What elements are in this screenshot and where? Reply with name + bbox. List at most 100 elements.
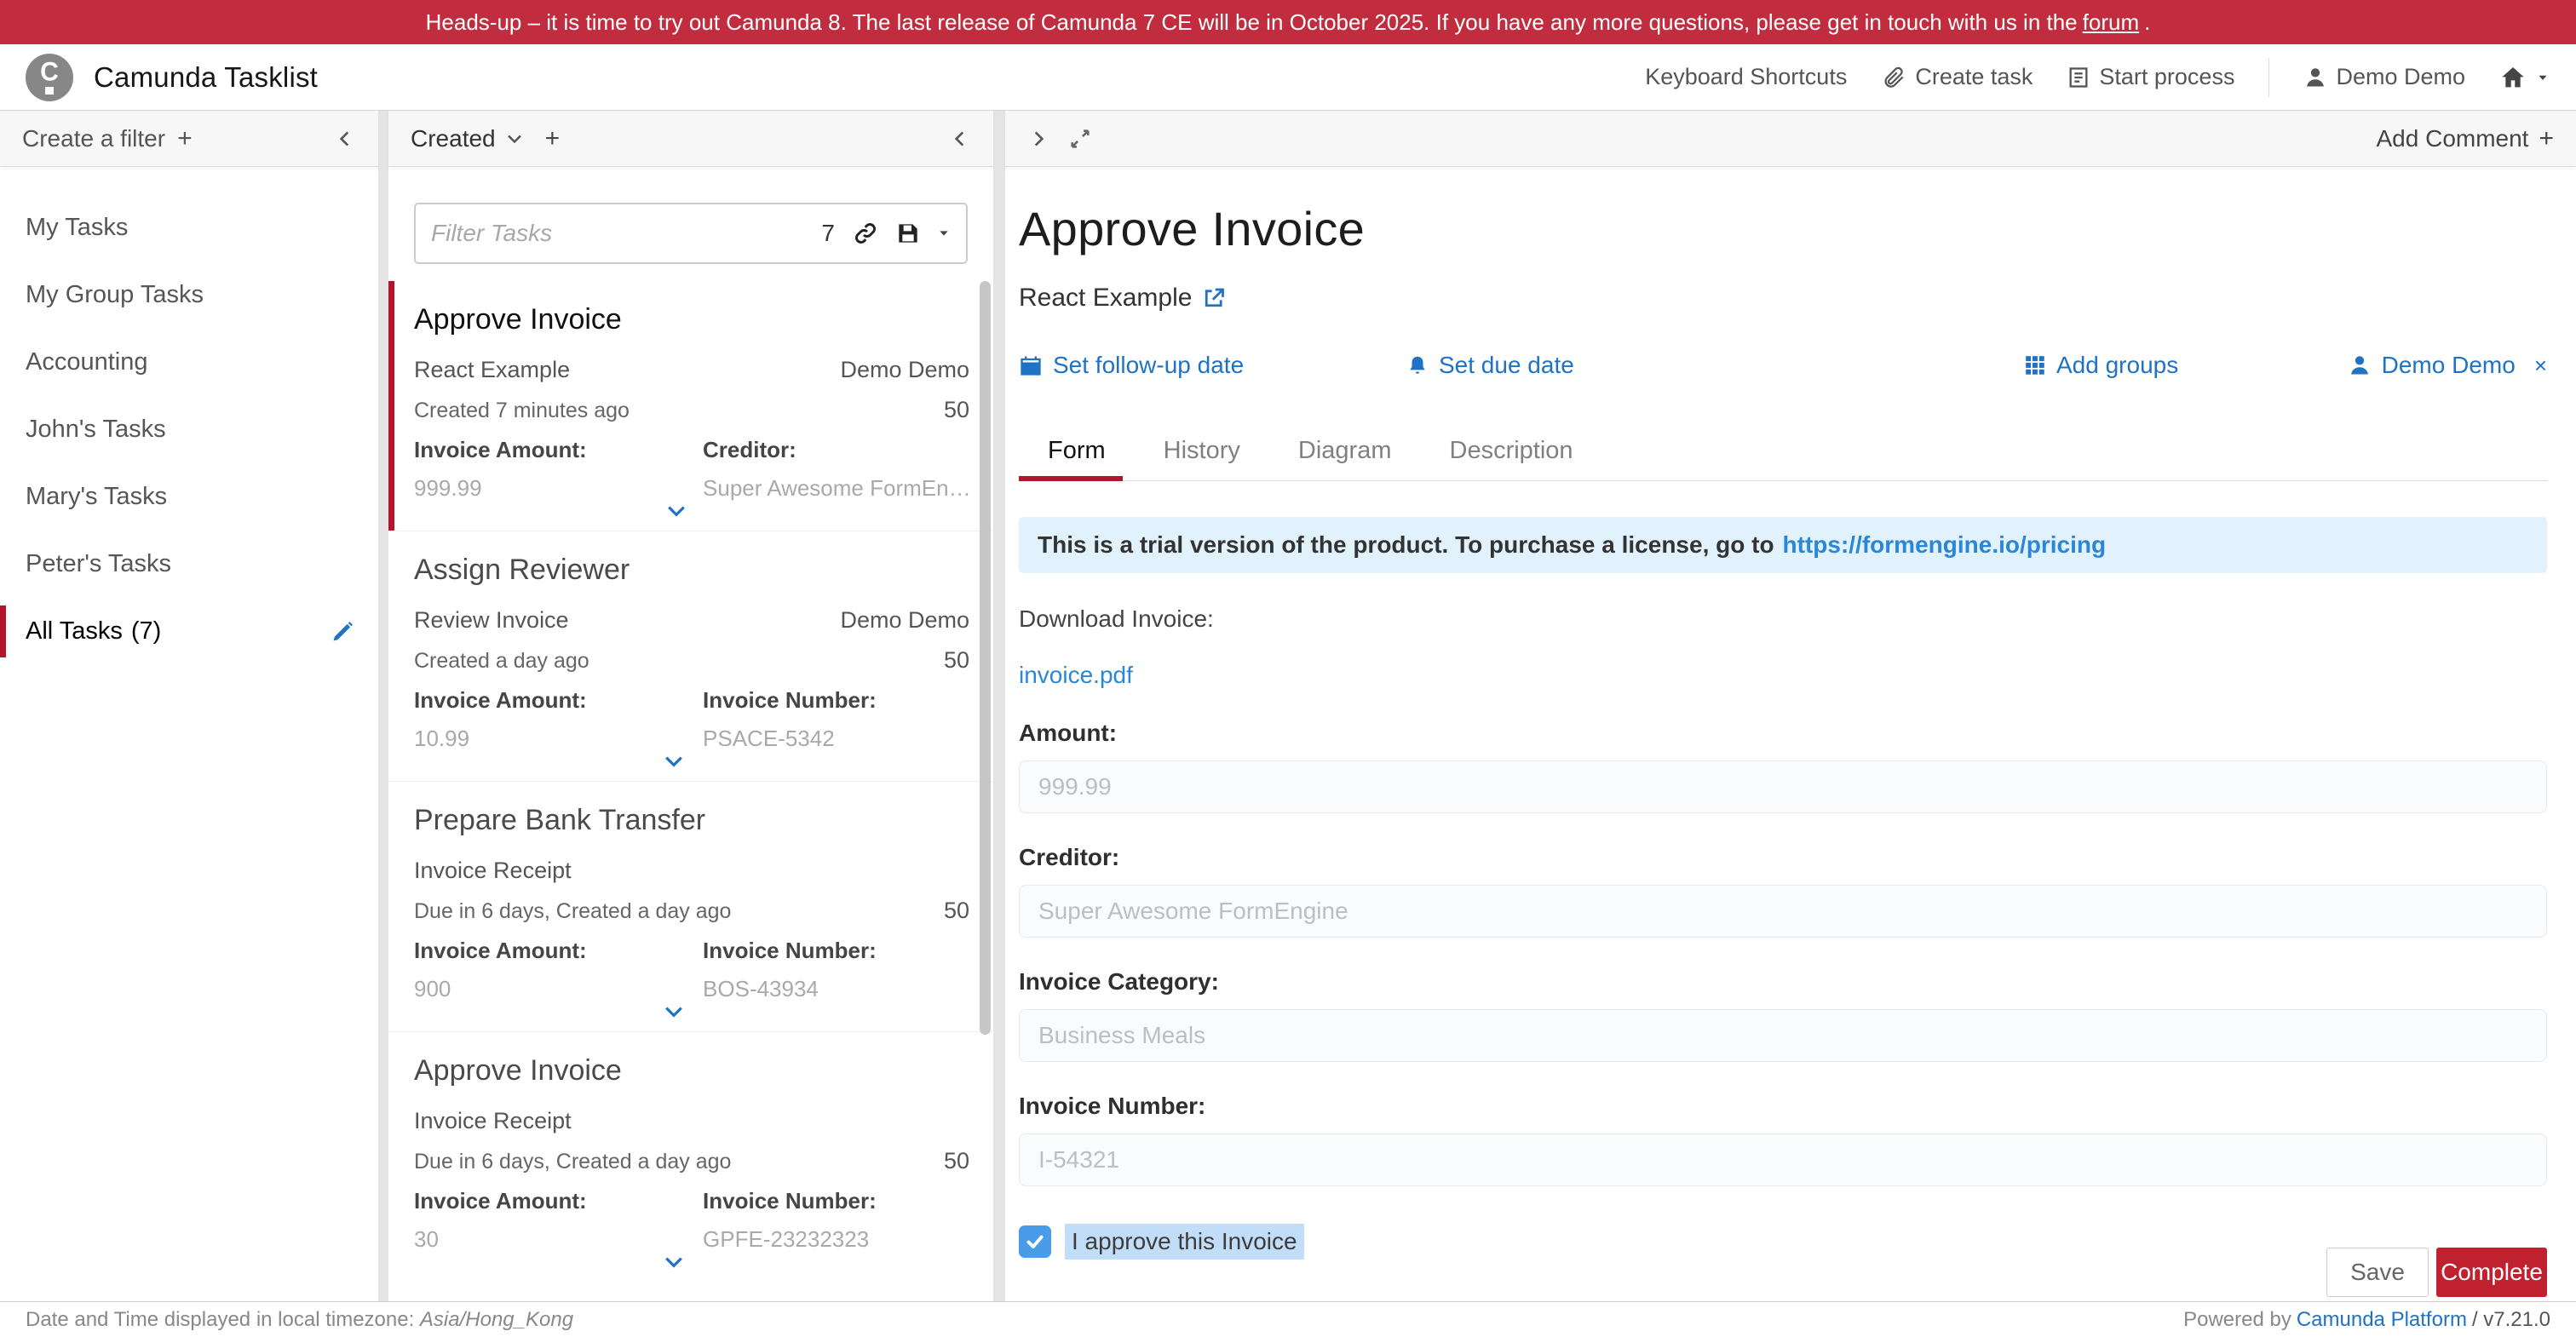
- task-created: Due in 6 days, Created a day ago: [414, 899, 731, 924]
- task-var-label: Invoice Amount:: [414, 437, 703, 463]
- fullscreen-icon[interactable]: [1068, 127, 1092, 151]
- version-label: / v7.21.0: [2472, 1308, 2550, 1332]
- camunda-platform-link[interactable]: Camunda Platform: [2297, 1308, 2467, 1332]
- app-header-nav: Keyboard Shortcuts Create task Start pro…: [1645, 58, 2550, 97]
- create-filter-label: Create a filter: [22, 125, 165, 152]
- create-filter-button[interactable]: Create a filter +: [22, 124, 193, 153]
- complete-button[interactable]: Complete: [2436, 1248, 2547, 1297]
- powered-by: Powered by Camunda Platform / v7.21.0: [2183, 1308, 2550, 1332]
- task-card-assign-reviewer[interactable]: Assign Reviewer Review Invoice Demo Demo…: [388, 531, 993, 781]
- user-menu[interactable]: Demo Demo: [2303, 64, 2465, 90]
- sidebar-item-my-tasks[interactable]: My Tasks: [0, 194, 378, 261]
- add-groups-link[interactable]: Add groups: [2024, 352, 2178, 379]
- home-menu[interactable]: [2499, 64, 2550, 91]
- forum-link[interactable]: forum: [2083, 9, 2139, 36]
- task-var-value: GPFE-23232323: [703, 1226, 969, 1253]
- sidebar-item-peters-tasks[interactable]: Peter's Tasks: [0, 531, 378, 598]
- camunda-tasklist-screen: Heads-up – it is time to try out Camunda…: [0, 0, 2576, 1337]
- approve-checkbox[interactable]: [1019, 1225, 1051, 1258]
- collapse-list-icon[interactable]: [949, 128, 971, 150]
- expand-task-chevron-icon[interactable]: [664, 498, 689, 524]
- process-list-icon: [2067, 66, 2090, 89]
- start-process-button[interactable]: Start process: [2067, 64, 2234, 90]
- creditor-field[interactable]: [1019, 885, 2547, 938]
- sort-by-created-dropdown[interactable]: Created +: [411, 124, 560, 153]
- checkmark-icon: [1024, 1231, 1046, 1253]
- remove-assignee-button[interactable]: ×: [2534, 353, 2547, 379]
- task-var-label: Invoice Number:: [703, 1188, 969, 1214]
- external-link-icon[interactable]: [1202, 286, 1226, 310]
- invoice-pdf-link[interactable]: invoice.pdf: [1019, 662, 1133, 689]
- filter-label: Peter's Tasks: [26, 550, 171, 578]
- sidebar-item-accounting[interactable]: Accounting: [0, 329, 378, 396]
- chevron-down-icon: [504, 129, 525, 149]
- add-groups-label: Add groups: [2056, 352, 2178, 379]
- form-action-buttons: Save Complete: [2326, 1248, 2547, 1297]
- task-card-prepare-bank-transfer[interactable]: Prepare Bank Transfer Invoice Receipt Du…: [388, 781, 993, 1031]
- tab-description[interactable]: Description: [1421, 423, 1602, 480]
- keyboard-shortcuts-link[interactable]: Keyboard Shortcuts: [1645, 64, 1847, 90]
- announcement-suffix: .: [2144, 9, 2150, 36]
- trial-pricing-link[interactable]: https://formengine.io/pricing: [1783, 531, 2107, 559]
- add-sort-button[interactable]: +: [545, 124, 561, 153]
- process-name: React Example: [1019, 284, 1192, 313]
- save-button[interactable]: Save: [2326, 1248, 2429, 1297]
- filter-label: My Group Tasks: [26, 281, 204, 309]
- task-assignee: Demo Demo: [840, 357, 969, 383]
- invoice-number-field[interactable]: [1019, 1133, 2547, 1186]
- save-filter-icon[interactable]: [894, 220, 922, 247]
- approve-checkbox-row: I approve this Invoice: [1019, 1224, 2547, 1260]
- tab-diagram[interactable]: Diagram: [1269, 423, 1421, 480]
- process-definition-row: React Example: [1019, 284, 2547, 313]
- amount-field[interactable]: [1019, 760, 2547, 813]
- expand-list-chevron-icon[interactable]: [1027, 128, 1049, 150]
- save-options-caret-icon[interactable]: [937, 227, 951, 240]
- create-task-button[interactable]: Create task: [1881, 64, 2033, 90]
- sidebar-item-my-group-tasks[interactable]: My Group Tasks: [0, 261, 378, 329]
- task-form: This is a trial version of the product. …: [1019, 517, 2547, 1260]
- task-list-panel: Created + 7: [388, 111, 993, 1301]
- filter-tasks-input[interactable]: [431, 220, 821, 247]
- task-title: Prepare Bank Transfer: [414, 804, 969, 837]
- expand-task-chevron-icon[interactable]: [661, 749, 687, 774]
- sidebar-item-all-tasks[interactable]: All Tasks (7): [0, 598, 378, 665]
- task-var-label: Creditor:: [703, 437, 969, 463]
- collapse-sidebar-icon[interactable]: [334, 128, 356, 150]
- task-title: Assign Reviewer: [414, 554, 969, 587]
- set-due-label: Set due date: [1439, 352, 1574, 379]
- task-process: Invoice Receipt: [414, 858, 572, 884]
- set-followup-date-link[interactable]: Set follow-up date: [1019, 352, 1244, 379]
- task-process: Invoice Receipt: [414, 1108, 572, 1134]
- trial-text: This is a trial version of the product. …: [1038, 531, 1774, 559]
- download-invoice-label: Download Invoice:: [1019, 605, 2547, 633]
- timezone-info: Date and Time displayed in local timezon…: [26, 1308, 573, 1332]
- add-comment-plus-icon[interactable]: +: [2539, 124, 2554, 153]
- add-comment-button[interactable]: Add Comment: [2377, 125, 2529, 152]
- task-priority: 50: [944, 647, 969, 674]
- task-list-scrollbar[interactable]: [980, 281, 991, 1035]
- approve-checkbox-label[interactable]: I approve this Invoice: [1065, 1224, 1304, 1260]
- timezone-prefix: Date and Time displayed in local timezon…: [26, 1308, 414, 1331]
- assignee-chip[interactable]: Demo Demo ×: [2348, 352, 2547, 379]
- invoice-category-field[interactable]: [1019, 1009, 2547, 1062]
- tab-form[interactable]: Form: [1019, 423, 1135, 480]
- task-priority: 50: [944, 898, 969, 924]
- timezone-value: Asia/Hong_Kong: [420, 1308, 573, 1331]
- app-title: Camunda Tasklist: [94, 61, 318, 94]
- field-group-invoice-category: Invoice Category:: [1019, 968, 2547, 1062]
- expand-task-chevron-icon[interactable]: [661, 1249, 687, 1275]
- sidebar-item-johns-tasks[interactable]: John's Tasks: [0, 396, 378, 463]
- task-card-approve-invoice[interactable]: Approve Invoice React Example Demo Demo …: [388, 281, 993, 531]
- copy-link-icon[interactable]: [852, 220, 879, 247]
- tab-history[interactable]: History: [1135, 423, 1269, 480]
- task-detail-title: Approve Invoice: [1019, 201, 2547, 256]
- task-created: Created a day ago: [414, 649, 589, 674]
- expand-task-chevron-icon[interactable]: [661, 999, 687, 1024]
- camunda-logo[interactable]: C: [26, 54, 73, 101]
- edit-filter-pencil-icon[interactable]: [331, 620, 354, 644]
- set-due-date-link[interactable]: Set due date: [1406, 352, 1574, 379]
- sidebar-item-marys-tasks[interactable]: Mary's Tasks: [0, 463, 378, 531]
- invoice-number-label: Invoice Number:: [1019, 1093, 2547, 1120]
- start-process-label: Start process: [2099, 64, 2234, 90]
- task-card-approve-invoice-2[interactable]: Approve Invoice Invoice Receipt Due in 6…: [388, 1031, 993, 1282]
